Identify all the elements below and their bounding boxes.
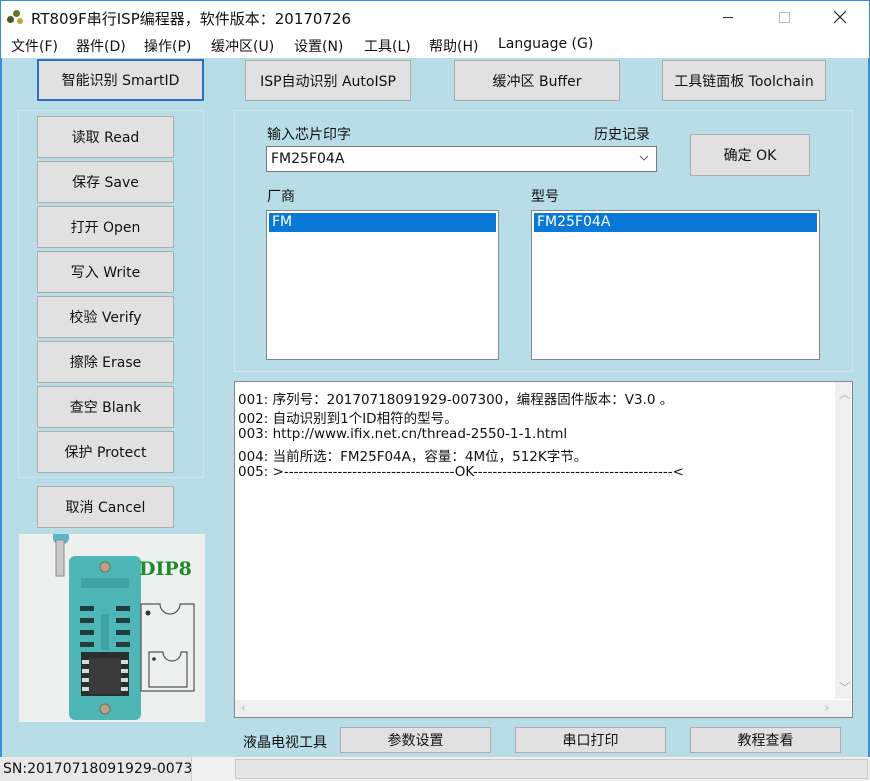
open-button-label: 打开 Open (70, 220, 141, 236)
manufacturer-listbox[interactable]: FM (266, 210, 499, 360)
serial-print-button[interactable]: 串口打印 (515, 727, 666, 753)
model-label: 型号 (531, 189, 559, 205)
scroll-right-icon[interactable]: › (825, 701, 829, 714)
scroll-left-icon[interactable]: ‹ (241, 701, 245, 714)
menu-settings[interactable]: 设置(N) (294, 36, 343, 56)
tutorial-button-label: 教程查看 (737, 733, 794, 749)
app-logo-icon (7, 9, 25, 25)
model-listbox[interactable]: FM25F04A (531, 210, 820, 360)
maximize-icon (778, 11, 790, 23)
manufacturer-list-item[interactable]: FM (269, 213, 496, 232)
menu-help[interactable]: 帮助(H) (429, 36, 478, 56)
protect-button[interactable]: 保护 Protect (37, 431, 174, 473)
window-title: RT809F串行ISP编程器，软件版本：20170726 (31, 10, 352, 28)
chip-marking-combobox[interactable]: FM25F04A (266, 146, 657, 172)
title-bar: RT809F串行ISP编程器，软件版本：20170726 (0, 0, 870, 33)
param-settings-button[interactable]: 参数设置 (340, 727, 491, 753)
save-button[interactable]: 保存 Save (37, 161, 174, 203)
verify-button-label: 校验 Verify (69, 310, 142, 326)
log-line: 002: 自动识别到1个ID相符的型号。 (238, 411, 458, 427)
menu-buffer[interactable]: 缓冲区(U) (211, 36, 274, 56)
cancel-button-label: 取消 Cancel (65, 500, 146, 516)
menu-tools[interactable]: 工具(L) (364, 36, 411, 56)
manufacturer-label: 厂商 (267, 189, 295, 205)
scrollbar-corner (835, 700, 852, 717)
menu-operation[interactable]: 操作(P) (144, 36, 191, 56)
write-button-label: 写入 Write (70, 265, 141, 281)
minimize-button[interactable] (705, 1, 751, 33)
protect-button-label: 保护 Protect (64, 445, 147, 461)
maximize-button[interactable] (761, 1, 807, 33)
close-button[interactable] (817, 1, 863, 33)
menu-device[interactable]: 器件(D) (76, 36, 126, 56)
vertical-scrollbar[interactable]: ︿ ﹀ (835, 382, 852, 699)
buffer-button[interactable]: 缓冲区 Buffer (454, 60, 620, 101)
smartid-button[interactable]: 智能识别 SmartID (37, 59, 204, 101)
chevron-down-icon[interactable] (638, 152, 650, 164)
model-list-item[interactable]: FM25F04A (534, 213, 817, 232)
minimize-icon (723, 16, 733, 18)
erase-button[interactable]: 擦除 Erase (37, 341, 174, 383)
menu-language[interactable]: Language (G) (498, 36, 593, 52)
progress-bar (235, 759, 868, 779)
dip8-label: DIP8 (139, 558, 192, 580)
param-settings-button-label: 参数设置 (387, 733, 444, 749)
log-line: 003: http://www.ifix.net.cn/thread-2550-… (238, 426, 568, 442)
blank-check-button[interactable]: 查空 Blank (37, 386, 174, 428)
history-label: 历史记录 (594, 127, 650, 143)
scroll-up-icon[interactable]: ︿ (839, 386, 850, 402)
blank-check-button-label: 查空 Blank (69, 400, 142, 416)
read-button-label: 读取 Read (71, 130, 140, 146)
chip-marking-value: FM25F04A (271, 151, 345, 167)
close-icon (833, 10, 847, 24)
horizontal-scrollbar[interactable]: ‹ › (235, 700, 835, 717)
lcd-tools-label: 液晶电视工具 (243, 735, 327, 751)
verify-button[interactable]: 校验 Verify (37, 296, 174, 338)
status-segment (191, 757, 231, 781)
serial-print-button-label: 串口打印 (562, 733, 619, 749)
erase-button-label: 擦除 Erase (69, 355, 142, 371)
package-image: DIP8 (19, 534, 205, 722)
read-button[interactable]: 读取 Read (37, 116, 174, 158)
confirm-ok-button-label: 确定 OK (723, 148, 777, 164)
log-output[interactable]: 001: 序列号：20170718091929-007300，编程器固件版本：V… (234, 381, 853, 718)
menu-file[interactable]: 文件(F) (11, 36, 58, 56)
log-line: 005: >----------------------------------… (238, 464, 684, 480)
scroll-down-icon[interactable]: ﹀ (839, 679, 850, 695)
tutorial-button[interactable]: 教程查看 (690, 727, 841, 753)
status-bar: SN:20170718091929-0073 (0, 757, 870, 781)
chip-marking-label: 输入芯片印字 (267, 127, 351, 143)
save-button-label: 保存 Save (72, 175, 139, 191)
autoisp-button[interactable]: ISP自动识别 AutoISP (245, 60, 411, 101)
serial-number-status: SN:20170718091929-0073 (0, 757, 191, 781)
autoisp-button-label: ISP自动识别 AutoISP (260, 73, 396, 90)
toolchain-button[interactable]: 工具链面板 Toolchain (662, 60, 826, 101)
cancel-button[interactable]: 取消 Cancel (37, 486, 174, 528)
toolchain-button-label: 工具链面板 Toolchain (674, 73, 814, 90)
smartid-button-label: 智能识别 SmartID (61, 73, 180, 89)
log-line: 001: 序列号：20170718091929-007300，编程器固件版本：V… (238, 392, 674, 408)
write-button[interactable]: 写入 Write (37, 251, 174, 293)
confirm-ok-button[interactable]: 确定 OK (690, 134, 810, 176)
log-line: 004: 当前所选：FM25F04A，容量：4M位，512K字节。 (238, 449, 588, 465)
open-button[interactable]: 打开 Open (37, 206, 174, 248)
buffer-button-label: 缓冲区 Buffer (492, 73, 582, 90)
menu-bar: 文件(F) 器件(D) 操作(P) 缓冲区(U) 设置(N) 工具(L) 帮助(… (0, 33, 870, 58)
